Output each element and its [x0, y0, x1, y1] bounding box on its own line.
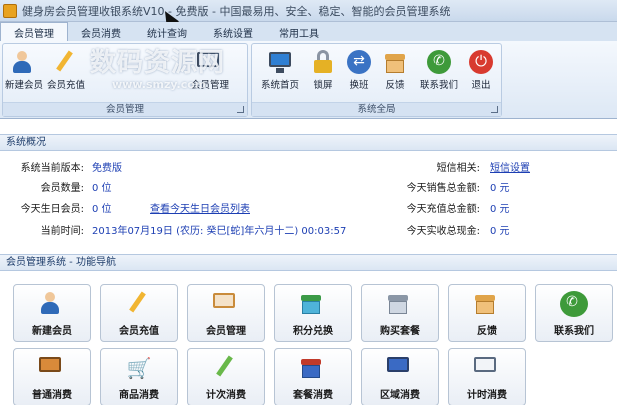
sales-label: 今天销售总金额:	[406, 183, 480, 194]
ribbon-shift-button[interactable]: ⇄ 换班	[342, 50, 376, 91]
version-label: 系统当前版本:	[20, 163, 84, 174]
contact-us-button[interactable]: ✆ 联系我们	[535, 284, 613, 342]
gift-icon	[299, 291, 327, 317]
phone-icon: ✆	[560, 291, 588, 317]
app-icon	[3, 3, 17, 18]
overview-row: 当前时间: 2013年07月19日 (农历: 癸巳[蛇]年六月十二) 00:03…	[0, 224, 617, 240]
ribbon-contact-button[interactable]: ✆ 联系我们	[416, 50, 462, 91]
ribbon-recharge-button[interactable]: 会员充值	[47, 50, 85, 91]
sales-value: 0 元	[490, 183, 510, 194]
tab-statistics[interactable]: 统计查询	[134, 23, 200, 41]
ribbon-exit-button[interactable]: ⏻ 退出	[464, 50, 498, 91]
normal-consumption-button[interactable]: 普通消费	[13, 348, 91, 405]
recharge-icon	[52, 50, 76, 74]
time-label: 当前时间:	[40, 226, 84, 237]
ribbon-new-member-button[interactable]: 新建会员	[5, 50, 43, 91]
gift-box-icon	[473, 291, 501, 317]
function-nav-header: 会员管理系统 - 功能导航	[0, 254, 617, 271]
add-member-icon	[38, 291, 66, 317]
cash-label: 今天实收总现金:	[406, 226, 480, 237]
swap-icon: ⇄	[347, 50, 371, 74]
tab-common-tools[interactable]: 常用工具	[266, 23, 332, 41]
tab-member-management[interactable]: 会员管理	[0, 22, 68, 41]
package-consumption-button[interactable]: 套餐消费	[274, 348, 352, 405]
window-title: 健身房会员管理收银系统V10 - 免费版 - 中国最易用、安全、稳定、智能的会员…	[22, 4, 451, 18]
ribbon-lock-button[interactable]: 锁屏	[306, 50, 340, 91]
overview-row: 会员数量: 0 位 今天销售总金额: 0 元	[0, 181, 617, 197]
sms-label: 短信相关:	[436, 163, 480, 174]
feedback-button[interactable]: 反馈	[448, 284, 526, 342]
grid-icon	[386, 355, 414, 381]
buy-package-button[interactable]: 购买套餐	[361, 284, 439, 342]
sms-settings-link[interactable]: 短信设置	[490, 161, 530, 177]
birthday-list-link[interactable]: 查看今天生日会员列表	[150, 202, 250, 218]
member-card-icon	[212, 291, 240, 317]
new-member-button[interactable]: 新建会员	[13, 284, 91, 342]
birthday-label: 今天生日会员:	[20, 204, 84, 215]
overview-panel: 系统当前版本: 免费版 短信相关: 短信设置 会员数量: 0 位 今天销售总金额…	[0, 151, 617, 243]
cash-value: 0 元	[490, 226, 510, 237]
cart-icon: 🛒	[126, 356, 152, 380]
ribbon-home-button[interactable]: 系统首页	[258, 50, 302, 91]
overview-row: 系统当前版本: 免费版 短信相关: 短信设置	[0, 161, 617, 177]
phone-icon: ✆	[427, 50, 451, 74]
overview-header: 系统概况	[0, 134, 617, 151]
area-consumption-button[interactable]: 区域消费	[361, 348, 439, 405]
tab-member-consumption[interactable]: 会员消费	[68, 23, 134, 41]
ribbon-feedback-button[interactable]: 反馈	[378, 50, 412, 91]
title-bar: 健身房会员管理收银系统V10 - 免费版 - 中国最易用、安全、稳定、智能的会员…	[0, 0, 617, 22]
member-recharge-button[interactable]: 会员充值	[100, 284, 178, 342]
ribbon-group-label: 系统全局	[252, 102, 501, 116]
members-label: 会员数量:	[40, 183, 84, 194]
version-value: 免费版	[92, 163, 122, 174]
members-value: 0 位	[92, 183, 112, 194]
add-member-icon	[10, 50, 34, 74]
member-manage-button[interactable]: 会员管理	[187, 284, 265, 342]
overview-row: 今天生日会员: 0 位 查看今天生日会员列表 今天充值总金额: 0 元	[0, 202, 617, 218]
tab-system-settings[interactable]: 系统设置	[200, 23, 266, 41]
dialog-launcher-icon[interactable]	[237, 106, 244, 113]
recharge-value: 0 元	[490, 204, 510, 215]
watermark-url: www.smzy.com	[112, 78, 207, 91]
timed-consumption-button[interactable]: 计时消费	[448, 348, 526, 405]
birthday-value: 0 位	[92, 204, 112, 215]
calendar-clock-icon	[473, 355, 501, 381]
ribbon-group-system: 系统首页 锁屏 ⇄ 换班 反馈 ✆ 联系我们 ⏻ 退出 系统全局	[251, 43, 502, 117]
lock-icon	[311, 50, 335, 74]
dialog-launcher-icon[interactable]	[491, 106, 498, 113]
count-consumption-button[interactable]: 计次消费	[187, 348, 265, 405]
points-exchange-button[interactable]: 积分兑换	[274, 284, 352, 342]
product-consumption-button[interactable]: 🛒 商品消费	[100, 348, 178, 405]
recharge-label: 今天充值总金额:	[406, 204, 480, 215]
function-nav-grid: 新建会员 会员充值 会员管理 积分兑换 购买套餐 反馈 ✆ 联系我们 普通消费 …	[0, 279, 617, 405]
tickets-icon	[212, 355, 240, 381]
power-icon: ⏻	[469, 50, 493, 74]
ribbon-tabs: 会员管理 会员消费 统计查询 系统设置 常用工具	[0, 22, 617, 41]
recharge-icon	[125, 291, 153, 317]
package-icon	[299, 355, 327, 381]
time-value: 2013年07月19日 (农历: 癸巳[蛇]年六月十二) 00:03:57	[92, 226, 347, 237]
basket-icon	[386, 291, 414, 317]
watermark: 数码资源网	[90, 48, 226, 78]
monitor-icon	[268, 50, 292, 74]
gift-box-icon	[383, 50, 407, 74]
abacus-icon	[38, 355, 66, 381]
ribbon-group-label: 会员管理	[3, 102, 247, 116]
